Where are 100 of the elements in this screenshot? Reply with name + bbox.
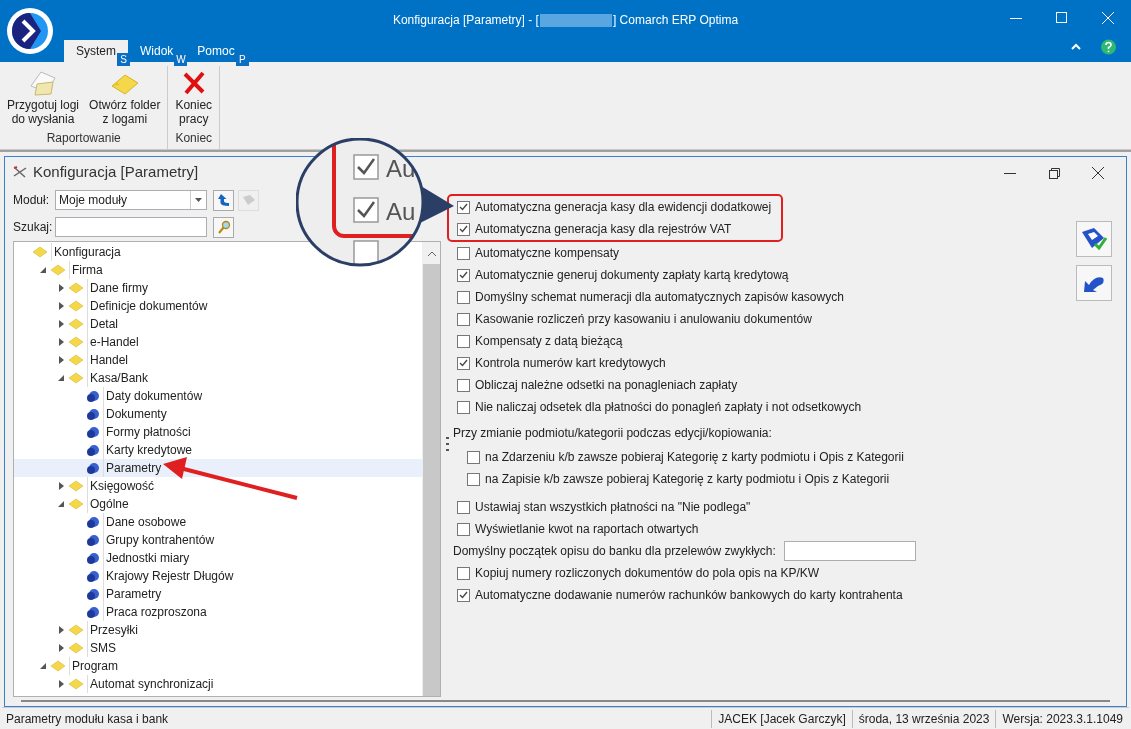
folder-icon <box>68 300 84 312</box>
floppy-check-icon <box>1080 226 1108 252</box>
group-label: Koniec <box>175 130 213 147</box>
module-icon <box>86 425 100 439</box>
search-button[interactable] <box>213 216 234 238</box>
module-dropdown[interactable]: Moje moduły <box>55 190 207 210</box>
folder-icon <box>68 336 84 348</box>
checkbox-label: Domyślny schemat numeracji dla automatycznych zapisów kasowych <box>475 289 844 306</box>
tree-item[interactable]: Grupy kontrahentów <box>14 531 422 549</box>
tree-item[interactable]: Praca rozproszona <box>14 603 422 621</box>
tree-item[interactable]: Dane osobowe <box>14 513 422 531</box>
scrollbar[interactable] <box>422 242 440 696</box>
module-icon <box>86 461 100 475</box>
module-label: Moduł: <box>13 192 51 209</box>
checkbox[interactable] <box>457 268 470 282</box>
tree-item[interactable]: Daty dokumentów <box>14 387 422 405</box>
checkbox[interactable] <box>457 378 470 392</box>
checkbox-label: Automatyczna generacja kasy dla ewidencji dodatkowej <box>475 199 772 216</box>
splitter-grip-icon[interactable] <box>445 436 449 451</box>
checkbox[interactable] <box>457 400 470 414</box>
checkbox[interactable] <box>457 500 470 514</box>
back-arrow-button[interactable] <box>213 189 234 211</box>
tree-item[interactable]: Księgowość <box>14 477 422 495</box>
folder-icon <box>68 480 84 492</box>
module-icon <box>86 569 100 583</box>
folder-icon <box>32 246 48 258</box>
folder-icon <box>50 264 66 276</box>
checkbox-label: Kasowanie rozliczeń przy kasowaniu i anulowaniu dokumentów <box>475 311 812 328</box>
checkbox-label: Automatyczne kompensaty <box>475 245 620 262</box>
tree-item[interactable]: Jednostki miary <box>14 549 422 567</box>
tree-item[interactable]: Krajowy Rejestr Długów <box>14 567 422 585</box>
save-button[interactable] <box>1076 221 1112 257</box>
checkbox-label: Nie naliczaj odsetek dla płatności do ponagleń zapłaty i not odsetkowych <box>475 399 862 416</box>
tree-item[interactable]: Formy płatności <box>14 423 422 441</box>
module-icon <box>86 515 100 529</box>
close-icon <box>1092 167 1104 179</box>
maximize-icon <box>1056 12 1068 24</box>
checkbox[interactable] <box>457 312 470 326</box>
tree-item[interactable]: Detal <box>14 315 422 333</box>
module-icon <box>86 605 100 619</box>
tree-item[interactable]: Kasa/Bank <box>14 369 422 387</box>
ribbon-button[interactable]: Przygotuj logi do wysłania <box>4 66 83 129</box>
tree-item[interactable]: Dane firmy <box>14 279 422 297</box>
tree-item[interactable]: Ogólne <box>14 495 422 513</box>
ribbon-button[interactable]: Otwórz folder z logami <box>86 66 164 129</box>
window-title: Konfiguracja [Parametry] - [ <box>392 12 539 29</box>
checkbox[interactable] <box>457 522 470 536</box>
help-icon[interactable] <box>1100 39 1117 56</box>
checkbox[interactable] <box>457 356 470 370</box>
tree-item[interactable]: e-Handel <box>14 333 422 351</box>
tree-item[interactable]: Automat synchronizacji <box>14 675 422 693</box>
folder-icon <box>68 318 84 330</box>
folder-icon <box>68 372 84 384</box>
restore-icon <box>1048 167 1060 179</box>
search-field[interactable] <box>55 217 207 237</box>
tree-item[interactable]: Definicje dokumentów <box>14 297 422 315</box>
scroll-up-icon[interactable] <box>427 250 436 256</box>
checkbox[interactable] <box>457 334 470 348</box>
tree-item[interactable]: Program <box>14 657 422 675</box>
module-icon <box>86 587 100 601</box>
status-text: Wersja: 2023.3.1.1049 <box>995 709 1129 728</box>
key-tip: W <box>174 53 188 66</box>
folder-icon <box>50 660 66 672</box>
tree-item[interactable]: Parametry <box>14 459 422 477</box>
checkbox[interactable] <box>457 588 470 602</box>
checkbox-label: na Zapisie k/b zawsze pobieraj Kategorię z karty podmiotu i Opis z Kategorii <box>485 471 890 488</box>
dropdown-caret-icon <box>195 198 202 202</box>
input-field[interactable] <box>783 541 916 561</box>
checkbox-label: Kontrola numerów kart kredytowych <box>475 355 666 372</box>
status-text: Parametry modułu kasa i bank <box>5 710 170 728</box>
group-label: Raportowanie <box>46 130 121 147</box>
window-title: ] Comarch ERP Optima <box>612 12 739 29</box>
folder-icon <box>68 624 84 636</box>
checkbox[interactable] <box>457 566 470 580</box>
checkbox-label: Obliczaj należne odsetki na ponagleniach zapłaty <box>475 377 738 394</box>
undo-button[interactable] <box>1076 265 1112 301</box>
tree-item[interactable]: Dokumenty <box>14 405 422 423</box>
section-heading: Przy zmianie podmiotu/kategorii podczas edycji/kopiowania: <box>453 425 772 442</box>
checkbox[interactable] <box>457 290 470 304</box>
checkbox-label: na Zdarzeniu k/b zawsze pobieraj Kategorię z karty podmiotu i Opis z Kategorii <box>485 449 904 466</box>
collapse-ribbon-icon[interactable] <box>1071 43 1081 50</box>
status-text: środa, 13 września 2023 <box>851 709 996 728</box>
folder-icon <box>68 642 84 654</box>
module-icon <box>86 389 100 403</box>
folder-icon <box>68 354 84 366</box>
checkbox[interactable] <box>457 246 470 260</box>
checkbox[interactable] <box>457 222 470 236</box>
tree-item[interactable]: SMS <box>14 639 422 657</box>
folder-icon <box>68 282 84 294</box>
module-icon <box>86 443 100 457</box>
checkbox[interactable] <box>467 450 480 464</box>
checkbox[interactable] <box>467 472 480 486</box>
tree-item[interactable]: Przesyłki <box>14 621 422 639</box>
checkbox-label: Kopiuj numery rozliczonych dokumentów do pola opis na KP/KW <box>475 565 820 582</box>
checkbox-label: Ustawiaj stan wszystkich płatności na "Nie podlega" <box>475 499 751 516</box>
ribbon-button[interactable]: Koniec pracy <box>172 66 216 129</box>
tree-item[interactable]: Parametry <box>14 585 422 603</box>
status-text: JACEK [Jacek Garczyk] <box>711 709 852 728</box>
checkbox[interactable] <box>457 200 470 214</box>
tree-item[interactable]: Handel <box>14 351 422 369</box>
